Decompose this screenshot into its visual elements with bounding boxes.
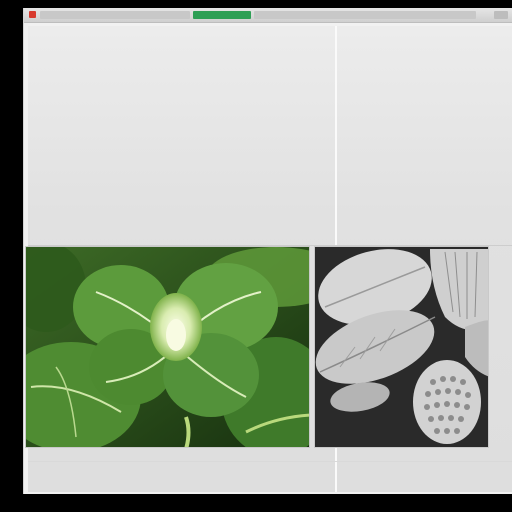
tab-active[interactable] [193, 11, 251, 19]
monochrome-leaves-thumbnail[interactable] [314, 246, 489, 448]
plant-photo-thumbnail[interactable] [25, 246, 310, 448]
close-icon[interactable] [29, 11, 36, 18]
tab-3[interactable] [254, 11, 476, 19]
tab-1[interactable] [40, 11, 190, 19]
window-controls-icon[interactable] [494, 11, 508, 19]
monochrome-image [315, 247, 488, 447]
tab-strip [40, 11, 480, 19]
desktop-screen [0, 0, 512, 512]
plant-image [26, 247, 309, 447]
bottom-divider [28, 461, 512, 462]
window-toolbar [24, 8, 512, 23]
